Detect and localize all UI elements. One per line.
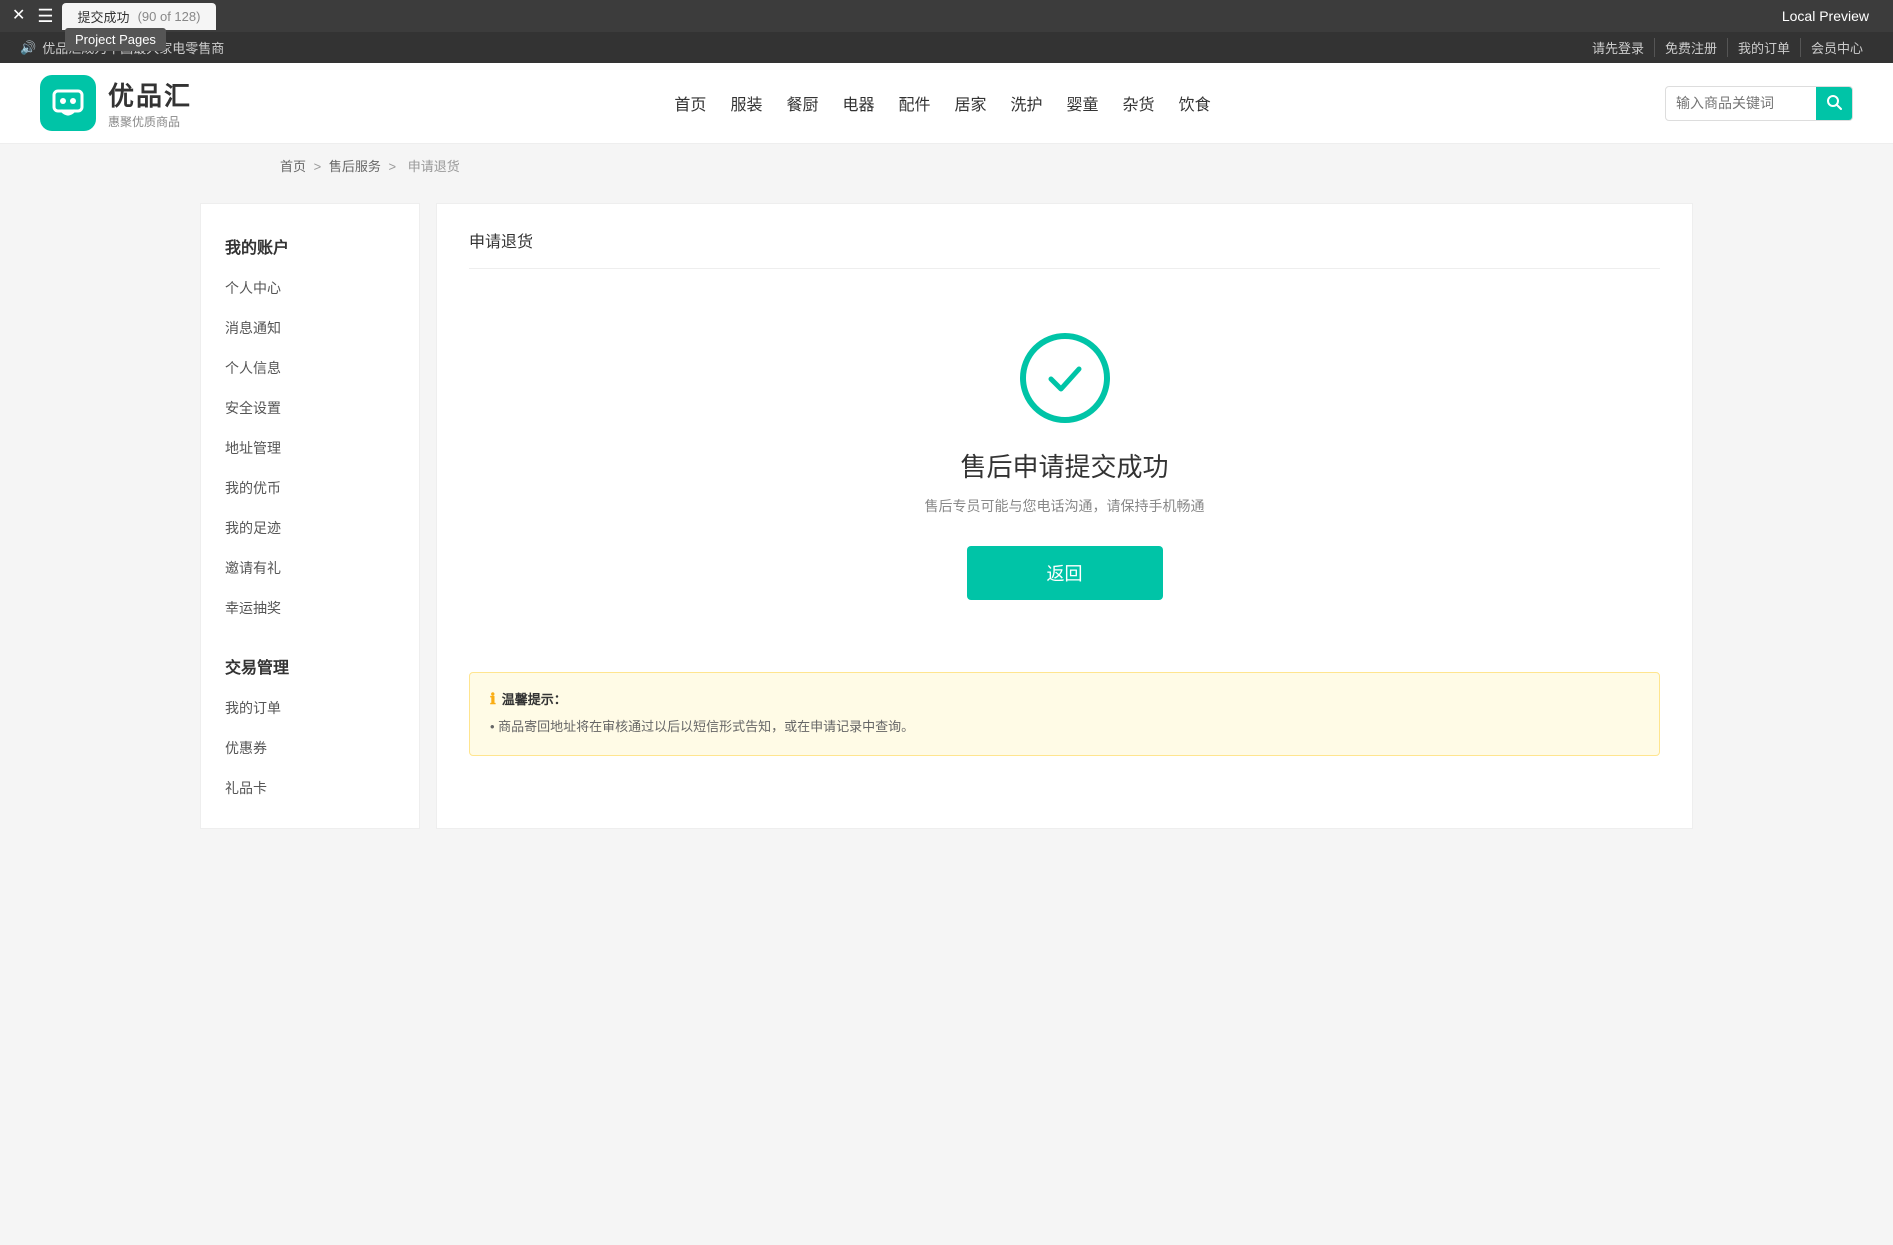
logo-area: 优品汇 惠聚优质商品: [40, 75, 220, 131]
browser-tab-title: 提交成功: [78, 7, 130, 26]
browser-close-button[interactable]: ✕: [8, 8, 29, 24]
search-input[interactable]: [1666, 89, 1816, 117]
top-bar-links: 请先登录 免费注册 我的订单 会员中心: [1582, 38, 1873, 57]
nav-home-goods[interactable]: 居家: [955, 87, 987, 119]
checkmark-icon: [1039, 352, 1091, 404]
logo-slogan: 惠聚优质商品: [108, 113, 192, 130]
topbar-register-link[interactable]: 免费注册: [1655, 38, 1728, 57]
breadcrumb-home[interactable]: 首页: [280, 159, 306, 174]
sidebar-item-giftcard[interactable]: 礼品卡: [201, 768, 419, 808]
sidebar-item-footprint[interactable]: 我的足迹: [201, 508, 419, 548]
info-icon: ℹ: [490, 690, 496, 708]
nav-electronics[interactable]: 电器: [842, 87, 874, 119]
logo-text: 优品汇 惠聚优质商品: [108, 76, 192, 130]
search-button[interactable]: [1816, 87, 1852, 120]
back-button[interactable]: 返回: [967, 546, 1163, 600]
nav-kitchen[interactable]: 餐厨: [786, 87, 818, 119]
sidebar-divider: [201, 628, 419, 644]
nav-home[interactable]: 首页: [674, 87, 706, 119]
search-icon: [1826, 94, 1842, 110]
warning-item-1: • 商品寄回地址将在审核通过以后以短信形式告知，或在申请记录中查询。: [490, 716, 1639, 735]
breadcrumb-sep1: >: [314, 159, 325, 174]
content-page-title: 申请退货: [469, 228, 1660, 269]
success-desc: 售后专员可能与您电话沟通，请保持手机畅通: [925, 496, 1205, 516]
topbar-orders-link[interactable]: 我的订单: [1728, 38, 1801, 57]
breadcrumb-aftersale[interactable]: 售后服务: [329, 159, 381, 174]
project-pages-tooltip: Project Pages: [65, 28, 166, 51]
search-box: [1665, 86, 1853, 121]
success-area: 售后申请提交成功 售后专员可能与您电话沟通，请保持手机畅通 返回: [469, 293, 1660, 640]
sidebar-item-invite[interactable]: 邀请有礼: [201, 548, 419, 588]
nav-accessories[interactable]: 配件: [898, 87, 930, 119]
browser-tab[interactable]: 提交成功 (90 of 128): [62, 3, 217, 30]
browser-tab-count: (90 of 128): [138, 9, 201, 24]
logo-svg: [50, 85, 86, 121]
sidebar-account-title: 我的账户: [201, 224, 419, 268]
logo-icon: [40, 75, 96, 131]
sidebar: 我的账户 个人中心 消息通知 个人信息 安全设置 地址管理 我的优币 我的足迹 …: [200, 203, 420, 829]
success-title: 售后申请提交成功: [960, 447, 1168, 484]
breadcrumb: 首页 > 售后服务 > 申请退货: [0, 144, 1893, 187]
content-panel: 申请退货 售后申请提交成功 售后专员可能与您电话沟通，请保持手机畅通 返回 ℹ …: [436, 203, 1693, 829]
nav-baby[interactable]: 婴童: [1067, 87, 1099, 119]
nav-laundry[interactable]: 洗护: [1011, 87, 1043, 119]
sidebar-item-personal-center[interactable]: 个人中心: [201, 268, 419, 308]
logo-name: 优品汇: [108, 76, 192, 113]
main-nav: 首页 服装 餐厨 电器 配件 居家 洗护 婴童 杂货 饮食: [260, 87, 1625, 119]
breadcrumb-current: 申请退货: [408, 159, 460, 174]
sidebar-item-security[interactable]: 安全设置: [201, 388, 419, 428]
warning-box: ℹ 温馨提示： • 商品寄回地址将在审核通过以后以短信形式告知，或在申请记录中查…: [469, 672, 1660, 756]
warning-title: ℹ 温馨提示：: [490, 689, 1639, 708]
sidebar-item-lottery[interactable]: 幸运抽奖: [201, 588, 419, 628]
topbar-member-link[interactable]: 会员中心: [1801, 38, 1873, 57]
success-icon-circle: [1020, 333, 1110, 423]
sidebar-item-coins[interactable]: 我的优币: [201, 468, 419, 508]
nav-food[interactable]: 饮食: [1179, 87, 1211, 119]
nav-misc[interactable]: 杂货: [1123, 87, 1155, 119]
breadcrumb-sep2: >: [389, 159, 400, 174]
sidebar-trade-title: 交易管理: [201, 644, 419, 688]
nav-clothes[interactable]: 服装: [730, 87, 762, 119]
sidebar-item-address[interactable]: 地址管理: [201, 428, 419, 468]
topbar-login-link[interactable]: 请先登录: [1582, 38, 1655, 57]
browser-menu-icon[interactable]: ☰: [37, 6, 53, 27]
top-bar: 🔊 优品汇成为中国最大家电零售商 请先登录 免费注册 我的订单 会员中心: [0, 32, 1893, 63]
preview-label: Local Preview: [1766, 8, 1885, 24]
sidebar-item-notifications[interactable]: 消息通知: [201, 308, 419, 348]
sidebar-item-coupons[interactable]: 优惠券: [201, 728, 419, 768]
sidebar-item-orders[interactable]: 我的订单: [201, 688, 419, 728]
header: 优品汇 惠聚优质商品 首页 服装 餐厨 电器 配件 居家 洗护 婴童 杂货 饮食: [0, 63, 1893, 144]
main-content: 我的账户 个人中心 消息通知 个人信息 安全设置 地址管理 我的优币 我的足迹 …: [0, 187, 1893, 845]
announcement-icon: 🔊: [20, 40, 36, 56]
sidebar-item-profile[interactable]: 个人信息: [201, 348, 419, 388]
